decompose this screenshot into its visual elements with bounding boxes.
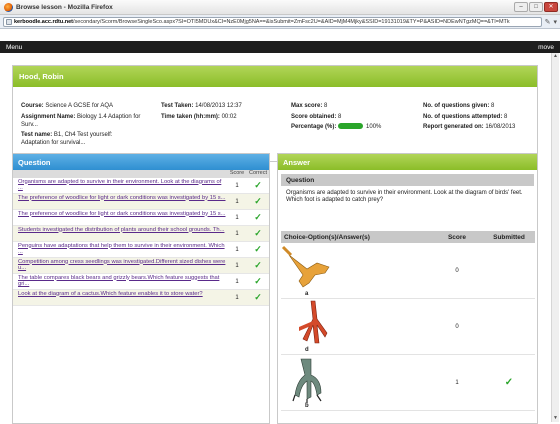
choice-label: d (305, 346, 309, 353)
time-taken-value: 00:02 (221, 113, 237, 120)
correct-check-icon: ✓ (254, 244, 262, 254)
course-value: Science A GCSE for AQA (45, 103, 114, 109)
close-button[interactable]: ✕ (544, 2, 558, 12)
max-score-value: 8 (324, 103, 328, 109)
question-panel-title: Question (13, 154, 269, 170)
question-score: 1 (235, 230, 239, 237)
choices-table: Choice-Option(s)/Answer(s) Score Submitt… (281, 231, 535, 411)
page-icon[interactable]: ✎ (545, 18, 551, 26)
question-link[interactable]: The preference of woodlice for light or … (13, 195, 227, 209)
correct-check-icon: ✓ (254, 196, 262, 206)
score-obtained-value: 8 (338, 113, 342, 120)
question-row: The preference of woodlice for light or … (13, 194, 269, 210)
window-controls: – □ ✕ (514, 2, 558, 12)
question-row: Students investigated the distribution o… (13, 226, 269, 242)
correct-check-icon: ✓ (254, 212, 262, 222)
question-score: 1 (235, 262, 239, 269)
scroll-up-icon[interactable]: ▲ (552, 53, 559, 60)
choice-label: a (305, 290, 309, 297)
window-title: Browse lesson - Mozilla Firefox (16, 3, 113, 11)
choice-row: b 1 ✓ (281, 355, 535, 411)
choice-label: b (305, 402, 309, 409)
correct-check-icon: ✓ (254, 276, 262, 286)
percentage-bar (338, 123, 364, 130)
info-column-4: No. of questions given: 8 No. of questio… (423, 103, 516, 130)
correct-column-header: Correct (248, 170, 268, 176)
correct-check-icon: ✓ (254, 180, 262, 190)
app-menubar: Menu move (0, 41, 560, 53)
question-row: The table compares black bears and grizz… (13, 274, 269, 290)
question-panel: Question Score Correct Organisms are ada… (12, 153, 270, 424)
question-score: 1 (235, 198, 239, 205)
question-link[interactable]: The table compares black bears and grizz… (13, 275, 227, 289)
question-row: The preference of woodlice for light or … (13, 210, 269, 226)
question-link[interactable]: Organisms are adapted to survive in thei… (13, 179, 227, 193)
firefox-icon (4, 2, 13, 12)
question-row: Penguins have adaptations that help them… (13, 242, 269, 258)
info-column-1: Course: Science A GCSE for AQA Assignmen… (21, 103, 141, 146)
choice-score: 1 (455, 379, 459, 386)
choice-submitted: ✓ (504, 377, 514, 388)
bird-foot-image: d (281, 299, 431, 355)
question-score: 1 (235, 246, 239, 253)
report-header: Hood, Robin Course: Science A GCSE for A… (12, 65, 538, 162)
dropdown-arrow-icon[interactable]: ▾ (553, 18, 557, 26)
test-taken-value: 14/08/2013 12:37 (195, 103, 242, 109)
question-row: Competition among cress seedlings was in… (13, 258, 269, 274)
question-row: Look at the diagram of a cactus.Which fe… (13, 290, 269, 306)
answer-question-heading: Question (281, 174, 534, 186)
question-score: 1 (235, 278, 239, 285)
question-link[interactable]: The preference of woodlice for light or … (13, 211, 227, 225)
address-bar: kerboodle.acc.rdtu.net/secondary/Scorm/B… (0, 15, 560, 29)
move-button[interactable]: move (538, 44, 554, 51)
question-link[interactable]: Competition among cress seedlings was in… (13, 259, 227, 273)
question-score: 1 (235, 182, 239, 189)
question-link[interactable]: Penguins have adaptations that help them… (13, 243, 227, 257)
question-score: 1 (235, 214, 239, 221)
url-input[interactable]: kerboodle.acc.rdtu.net/secondary/Scorm/B… (3, 16, 542, 27)
score-column-header: Score (229, 170, 245, 176)
minimize-button[interactable]: – (514, 2, 528, 12)
url-host: kerboodle.acc.rdtu.net (14, 18, 73, 25)
info-column-2: Test Taken: 14/08/2013 12:37 Time taken … (161, 103, 242, 120)
question-score: 1 (235, 294, 239, 301)
choice-row: a 0 (281, 243, 535, 299)
correct-check-icon: ✓ (254, 260, 262, 270)
answer-panel-title: Answer (278, 154, 537, 170)
questions-attempted-value: 8 (504, 113, 508, 120)
bird-foot-image: a (281, 243, 431, 299)
student-name: Hood, Robin (13, 66, 537, 87)
question-link[interactable]: Students investigated the distribution o… (13, 227, 227, 241)
choice-row: d 0 (281, 299, 535, 355)
scroll-down-icon[interactable]: ▼ (552, 415, 559, 422)
question-row: Organisms are adapted to survive in thei… (13, 178, 269, 194)
percentage-value: 100% (366, 124, 382, 130)
choices-table-header: Choice-Option(s)/Answer(s) Score Submitt… (281, 231, 535, 243)
answer-question-text: Organisms are adapted to survive in thei… (286, 190, 523, 203)
maximize-button[interactable]: □ (529, 2, 543, 12)
site-identity-icon[interactable] (6, 18, 12, 25)
report-date-value: 16/08/2013 (485, 124, 516, 130)
bird-foot-image: b (281, 355, 431, 411)
window-titlebar: Browse lesson - Mozilla Firefox – □ ✕ (0, 0, 560, 15)
info-column-3: Max score: 8 Score obtained: 8 Percentag… (291, 103, 382, 130)
toolbar-spacer (0, 29, 560, 41)
questions-given-value: 8 (491, 103, 495, 109)
question-link[interactable]: Look at the diagram of a cactus.Which fe… (13, 291, 227, 305)
question-table-header: Score Correct (13, 170, 269, 178)
choice-score: 0 (455, 267, 459, 274)
vertical-scrollbar[interactable]: ▲ ▼ (551, 53, 559, 422)
main-content: Hood, Robin Course: Science A GCSE for A… (0, 53, 560, 424)
choice-score: 0 (455, 323, 459, 330)
answer-panel: Answer Question Organisms are adapted to… (277, 153, 538, 424)
correct-check-icon: ✓ (254, 228, 262, 238)
correct-check-icon: ✓ (254, 292, 262, 302)
menu-button[interactable]: Menu (6, 44, 22, 51)
question-list: Organisms are adapted to survive in thei… (13, 178, 269, 306)
url-path: /secondary/Scorm/BrowseSingleSco.aspx?SI… (73, 18, 510, 25)
